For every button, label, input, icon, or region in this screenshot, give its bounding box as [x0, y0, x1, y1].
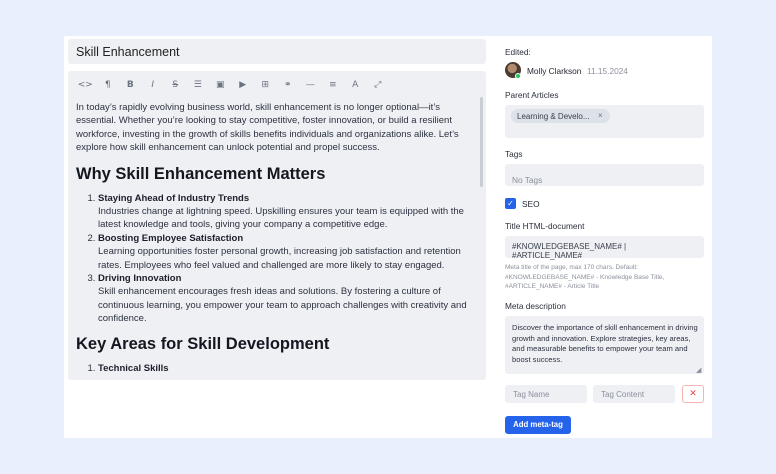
- numbered-list: Technical Skills: [76, 362, 476, 375]
- strikethrough-icon[interactable]: S: [164, 77, 187, 93]
- intro-paragraph: In today’s rapidly evolving business wor…: [76, 102, 459, 154]
- seo-label: SEO: [522, 199, 540, 209]
- editor-toolbar: <> ¶ B I S ☰ ▣ ▶ ⊞ ⚭ — ≡ A ⤢: [74, 77, 389, 93]
- tag-name-input[interactable]: Tag Name: [505, 385, 587, 403]
- list-item-text: Learning opportunities foster personal g…: [98, 246, 461, 271]
- bold-icon[interactable]: B: [119, 77, 142, 93]
- list-item: Boosting Employee Satisfaction Learning …: [98, 232, 476, 272]
- edited-label: Edited:: [505, 47, 531, 57]
- list-item-title: Staying Ahead of Industry Trends: [98, 192, 250, 204]
- align-icon[interactable]: ≡: [322, 77, 345, 93]
- editor-content[interactable]: In today’s rapidly evolving business wor…: [76, 101, 476, 375]
- table-icon[interactable]: ⊞: [254, 77, 277, 93]
- online-status-dot: [515, 73, 521, 79]
- list-item: Technical Skills: [98, 362, 476, 375]
- tags-placeholder: No Tags: [512, 175, 543, 185]
- list-item-text: Industries change at lightning speed. Up…: [98, 206, 464, 231]
- add-meta-tag-button[interactable]: Add meta-tag: [505, 416, 571, 434]
- remove-chip-icon[interactable]: ×: [598, 111, 603, 120]
- paragraph-icon[interactable]: ¶: [97, 77, 120, 93]
- title-help-text: Meta title of the page, max 170 chars. D…: [505, 264, 665, 290]
- parent-article-chip[interactable]: Learning & Develo...: [511, 109, 610, 123]
- text-color-icon[interactable]: A: [344, 77, 367, 93]
- fullscreen-icon[interactable]: ⤢: [367, 77, 390, 93]
- rich-text-editor[interactable]: <> ¶ B I S ☰ ▣ ▶ ⊞ ⚭ — ≡ A ⤢ In today’s rapidly evolv…: [68, 71, 486, 380]
- title-document-input[interactable]: #KNOWLEDGEBASE_NAME# | #ARTICLE_NAME#: [505, 236, 704, 260]
- list-item-title: Driving Innovation: [98, 273, 182, 285]
- seo-checkbox[interactable]: ✓: [505, 198, 516, 209]
- link-icon[interactable]: ⚭: [277, 77, 300, 93]
- horizontal-rule-icon[interactable]: —: [299, 77, 322, 93]
- author-name: Molly Clarkson: [527, 66, 582, 76]
- section-heading: Key Areas for Skill Development: [76, 334, 330, 353]
- list-item-title: Boosting Employee Satisfaction: [98, 232, 244, 244]
- video-icon[interactable]: ▶: [232, 77, 255, 93]
- italic-icon[interactable]: I: [142, 77, 165, 93]
- resize-handle-icon[interactable]: ◢: [696, 366, 701, 374]
- title-document-label: Title HTML-document: [505, 221, 585, 231]
- numbered-list: Staying Ahead of Industry Trends Industr…: [76, 192, 476, 326]
- edited-date: 11.15.2024: [587, 66, 628, 76]
- list-item: Staying Ahead of Industry Trends Industr…: [98, 192, 476, 232]
- article-title-input[interactable]: Skill Enhancement: [68, 39, 486, 64]
- parent-articles-label: Parent Articles: [505, 90, 559, 100]
- code-icon[interactable]: <>: [74, 77, 97, 93]
- tags-label: Tags: [505, 149, 523, 159]
- meta-description-label: Meta description: [505, 301, 566, 311]
- bullet-list-icon[interactable]: ☰: [187, 77, 210, 93]
- list-item: Driving Innovation Skill enhancement enc…: [98, 272, 476, 326]
- editor-scrollbar[interactable]: [480, 97, 483, 187]
- image-icon[interactable]: ▣: [209, 77, 232, 93]
- meta-description-text: Discover the importance of skill enhance…: [512, 323, 698, 364]
- tag-content-input[interactable]: Tag Content: [593, 385, 675, 403]
- list-item-text: Skill enhancement encourages fresh ideas…: [98, 286, 467, 325]
- section-heading: Why Skill Enhancement Matters: [76, 164, 326, 183]
- tags-input[interactable]: No Tags: [505, 164, 704, 186]
- list-item-title: Technical Skills: [98, 362, 169, 374]
- delete-meta-tag-button[interactable]: ✕: [682, 385, 704, 403]
